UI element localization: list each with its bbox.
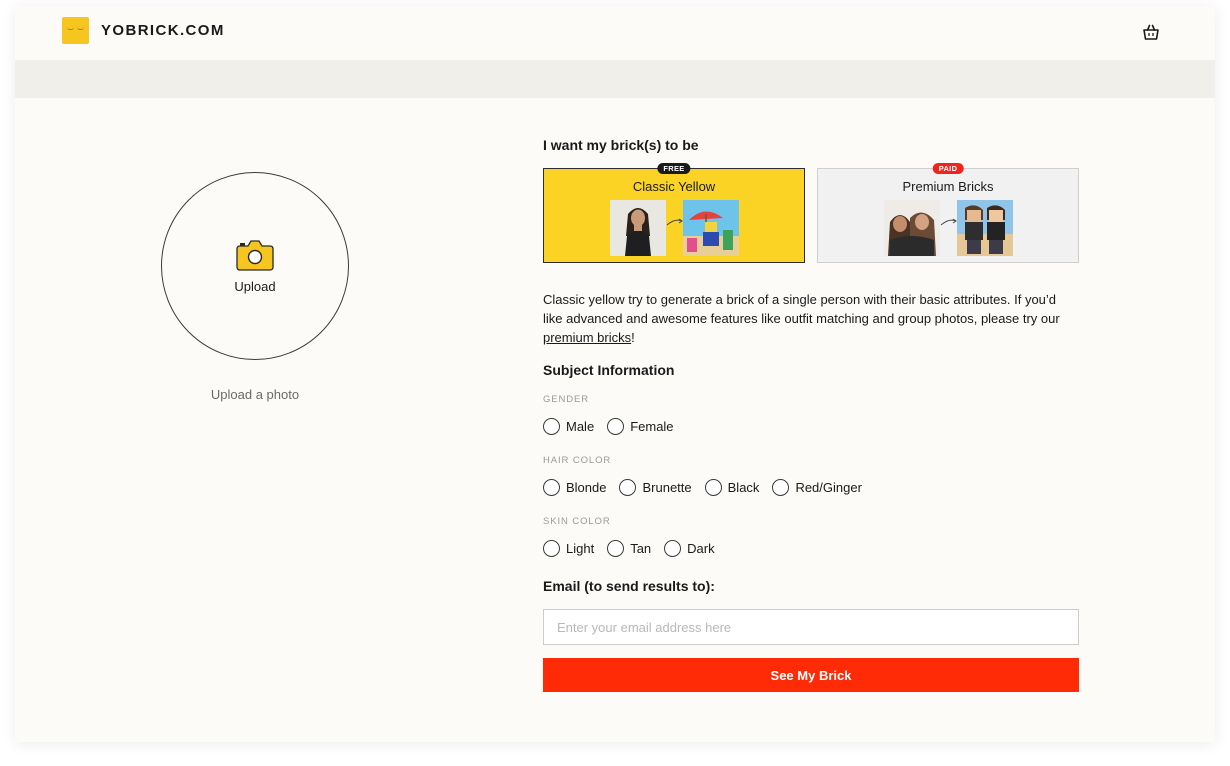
shopping-basket-icon[interactable]: [1141, 22, 1161, 42]
hair-red-ginger-radio[interactable]: Red/Ginger: [772, 479, 862, 496]
skin-color-label: SKIN COLOR: [543, 516, 611, 527]
description-text: Classic yellow try to generate a brick o…: [543, 292, 1060, 326]
lego-couple-thumbnail: [957, 200, 1013, 256]
classic-yellow-option[interactable]: FREE Classic Yellow: [543, 163, 805, 263]
gender-female-radio[interactable]: Female: [607, 418, 674, 435]
radio-circle[interactable]: [619, 479, 637, 496]
brick-logo-icon: [62, 17, 89, 44]
page-card: YOBRICK.COM Upload Upload a photo I want…: [15, 6, 1215, 742]
upload-label: Upload: [234, 278, 276, 294]
radio-circle[interactable]: [664, 540, 682, 557]
announcement-banner: [15, 60, 1215, 98]
radio-circle[interactable]: [607, 540, 625, 557]
radio-circle[interactable]: [543, 479, 560, 496]
brick-type-question: I want my brick(s) to be: [543, 137, 699, 153]
skin-light-radio[interactable]: Light: [543, 540, 594, 557]
paid-badge: PAID: [932, 163, 964, 174]
hair-black-radio[interactable]: Black: [704, 479, 759, 496]
brand-name: YOBRICK.COM: [101, 22, 225, 39]
hair-brunette-radio[interactable]: Brunette: [619, 479, 692, 496]
site-header: YOBRICK.COM: [15, 6, 1215, 60]
radio-circle[interactable]: [543, 418, 560, 435]
brick-type-description: Classic yellow try to generate a brick o…: [543, 290, 1079, 347]
person-photo-thumbnail: [610, 200, 666, 256]
radio-circle[interactable]: [543, 540, 560, 557]
hair-blonde-radio[interactable]: Blonde: [543, 479, 606, 496]
radio-circle[interactable]: [772, 479, 790, 496]
couple-photo-thumbnail: [884, 200, 940, 256]
arrow-icon: [940, 218, 957, 226]
gender-label: GENDER: [543, 394, 590, 405]
skin-color-radio-group: Light Tan Dark: [543, 540, 728, 557]
gender-radio-group: Male Female: [543, 418, 687, 435]
email-title: Email (to send results to):: [543, 578, 715, 594]
free-badge: FREE: [657, 163, 691, 174]
email-input[interactable]: [543, 609, 1079, 645]
lego-beach-thumbnail: [683, 200, 739, 256]
description-end: !: [631, 330, 635, 345]
upload-hint: Upload a photo: [210, 387, 300, 402]
radio-circle[interactable]: [704, 479, 722, 496]
camera-icon: [236, 239, 274, 271]
see-my-brick-button[interactable]: See My Brick: [543, 658, 1079, 692]
hair-color-label: HAIR COLOR: [543, 455, 612, 466]
classic-yellow-title: Classic Yellow: [632, 179, 716, 194]
skin-tan-radio[interactable]: Tan: [607, 540, 651, 557]
arrow-icon: [666, 218, 683, 226]
premium-bricks-title: Premium Bricks: [902, 179, 994, 194]
gender-male-radio[interactable]: Male: [543, 418, 594, 435]
subject-information-title: Subject Information: [543, 362, 675, 378]
skin-dark-radio[interactable]: Dark: [664, 540, 715, 557]
radio-circle[interactable]: [607, 418, 625, 435]
upload-button[interactable]: Upload: [161, 172, 349, 360]
hair-color-radio-group: Blonde Brunette Black Red/Ginger: [543, 479, 875, 496]
premium-bricks-option[interactable]: PAID Premium Bricks: [817, 163, 1079, 263]
premium-bricks-link[interactable]: premium bricks: [543, 330, 631, 345]
site-logo[interactable]: YOBRICK.COM: [62, 17, 225, 44]
